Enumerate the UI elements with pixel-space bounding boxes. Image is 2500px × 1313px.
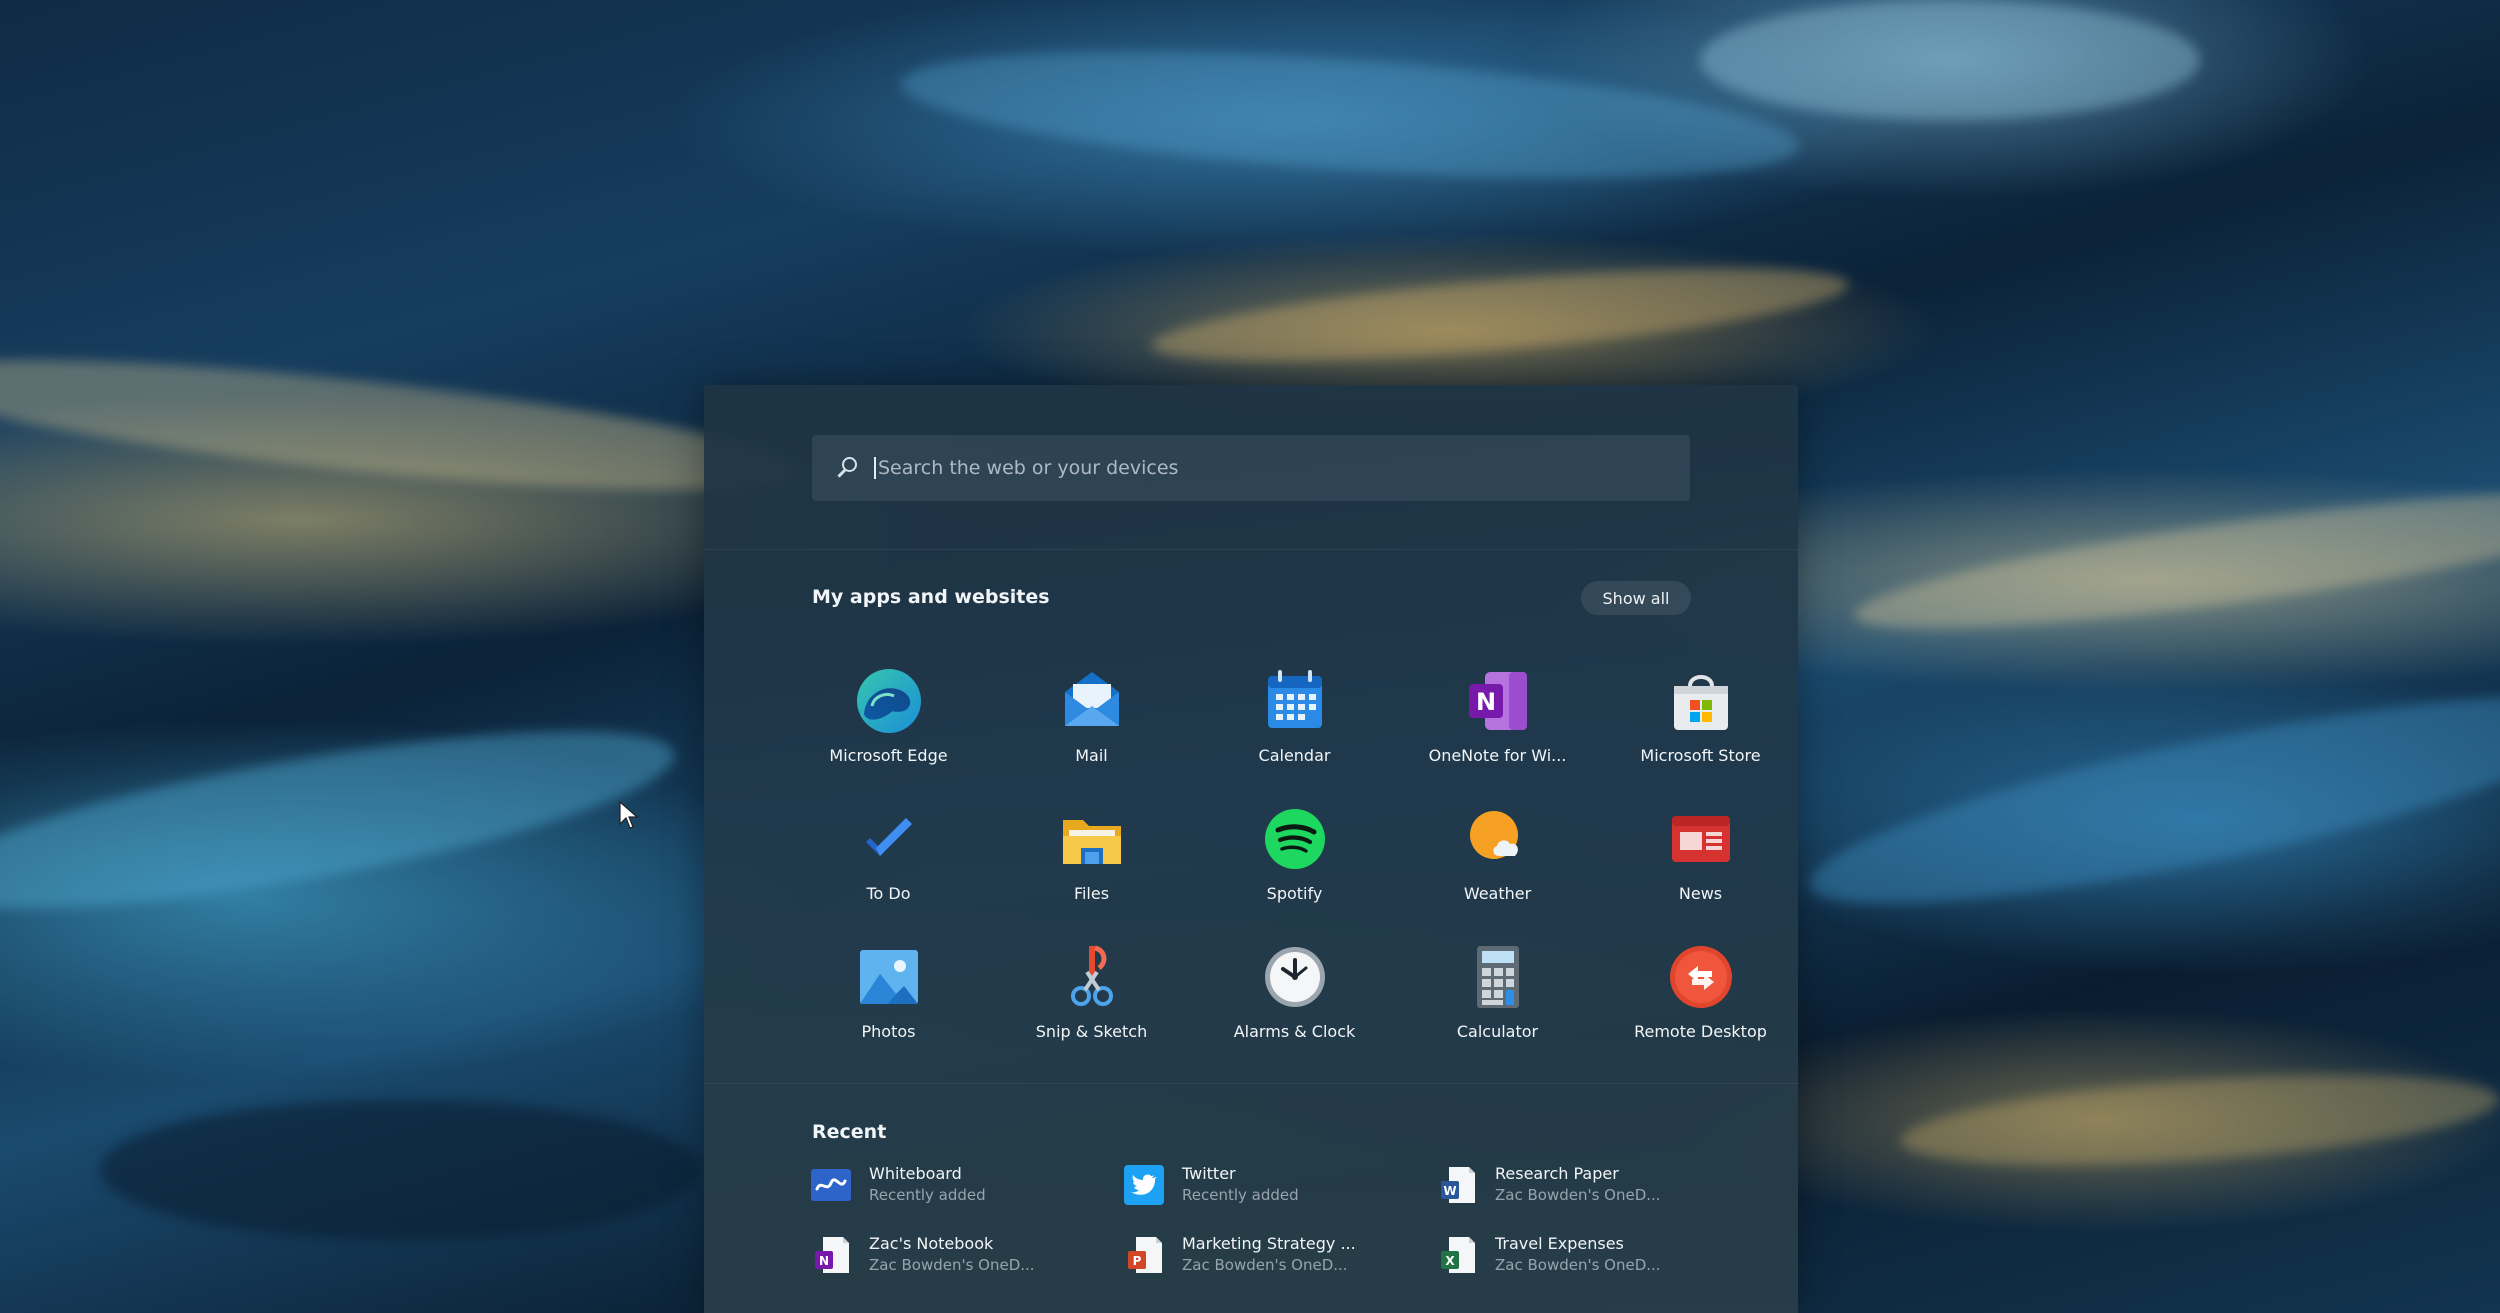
recent-item-subtitle: Zac Bowden's OneD...	[869, 1256, 1035, 1274]
recent-item-marketing-strategy[interactable]: P Marketing Strategy ... Zac Bowden's On…	[1122, 1233, 1435, 1303]
apps-section-title: My apps and websites	[812, 586, 1050, 608]
app-tile-spotify[interactable]: Spotify	[1193, 796, 1396, 934]
app-label: To Do	[866, 884, 911, 903]
weather-icon	[1469, 811, 1518, 859]
app-tile-to-do[interactable]: To Do	[787, 796, 990, 934]
recent-item-subtitle: Zac Bowden's OneD...	[1495, 1256, 1661, 1274]
section-divider	[704, 1083, 1798, 1084]
app-label: OneNote for Wi...	[1428, 746, 1567, 765]
app-tile-calendar[interactable]: Calendar	[1193, 658, 1396, 796]
app-label: Alarms & Clock	[1233, 1022, 1356, 1041]
app-tile-mail[interactable]: Mail	[990, 658, 1193, 796]
app-tile-microsoft-edge[interactable]: Microsoft Edge	[787, 658, 990, 796]
word-doc-icon: W	[1441, 1167, 1475, 1203]
calendar-icon	[1267, 670, 1322, 728]
news-icon	[1671, 816, 1730, 862]
app-tile-files[interactable]: Files	[990, 796, 1193, 934]
start-menu: My apps and websites Show all Microsoft …	[704, 385, 1798, 1313]
app-label: Mail	[1075, 746, 1108, 765]
recent-item-name: Whiteboard	[869, 1164, 962, 1183]
app-tile-calculator[interactable]: Calculator	[1396, 934, 1599, 1072]
app-tile-remote-desktop[interactable]: Remote Desktop	[1599, 934, 1802, 1072]
app-label: Remote Desktop	[1634, 1022, 1767, 1041]
app-tile-alarms-clock[interactable]: Alarms & Clock	[1193, 934, 1396, 1072]
search-area	[704, 385, 1798, 550]
app-label: Calculator	[1456, 1022, 1539, 1041]
recent-item-zacs-notebook[interactable]: N Zac's Notebook Zac Bowden's OneD...	[809, 1233, 1122, 1303]
store-icon	[1673, 675, 1728, 730]
svg-text:N: N	[1475, 688, 1495, 716]
app-label: Files	[1073, 884, 1110, 903]
excel-icon: X	[1441, 1237, 1475, 1273]
recent-item-name: Travel Expenses	[1495, 1234, 1624, 1253]
app-tile-snip-sketch[interactable]: Snip & Sketch	[990, 934, 1193, 1072]
recent-item-subtitle: Recently added	[1182, 1186, 1299, 1204]
app-label: Spotify	[1266, 884, 1323, 903]
recent-item-name: Marketing Strategy ...	[1182, 1234, 1356, 1253]
app-label: Snip & Sketch	[1035, 1022, 1148, 1041]
recent-item-subtitle: Zac Bowden's OneD...	[1495, 1186, 1661, 1204]
mouse-cursor-icon	[619, 800, 639, 829]
remote-desktop-icon	[1669, 946, 1732, 1008]
search-input[interactable]	[874, 457, 1654, 479]
onenote-icon: N	[1468, 672, 1527, 730]
app-label: Microsoft Edge	[829, 746, 948, 765]
files-icon	[1062, 820, 1121, 864]
powerpoint-icon: P	[1128, 1237, 1162, 1273]
mail-icon	[1064, 672, 1119, 726]
app-tile-weather[interactable]: Weather	[1396, 796, 1599, 934]
twitter-icon	[1124, 1165, 1164, 1205]
recent-item-twitter[interactable]: Twitter Recently added	[1122, 1163, 1435, 1233]
app-label: Calendar	[1258, 746, 1331, 765]
edge-icon	[856, 669, 921, 733]
app-label: News	[1678, 884, 1723, 903]
svg-text:N: N	[819, 1254, 829, 1268]
app-label: Photos	[861, 1022, 916, 1041]
apps-grid: Microsoft Edge Mail Calendar N OneNote f…	[787, 658, 1802, 1072]
onenote-notebook-icon: N	[815, 1237, 849, 1273]
recent-item-subtitle: Recently added	[869, 1186, 986, 1204]
app-tile-photos[interactable]: Photos	[787, 934, 990, 1072]
recent-item-name: Twitter	[1182, 1164, 1236, 1183]
search-icon	[834, 455, 860, 481]
recent-section-title: Recent	[812, 1121, 887, 1143]
todo-icon	[865, 818, 912, 856]
recent-list: Whiteboard Recently added Twitter Recent…	[809, 1163, 1748, 1303]
snip-sketch-icon	[1070, 945, 1113, 1006]
app-tile-microsoft-store[interactable]: Microsoft Store	[1599, 658, 1802, 796]
app-tile-news[interactable]: News	[1599, 796, 1802, 934]
spotify-icon	[1264, 809, 1325, 869]
recent-item-name: Research Paper	[1495, 1164, 1619, 1183]
svg-text:P: P	[1133, 1254, 1142, 1268]
recent-item-whiteboard[interactable]: Whiteboard Recently added	[809, 1163, 1122, 1233]
photos-icon	[859, 950, 918, 1004]
recent-item-travel-expenses[interactable]: X Travel Expenses Zac Bowden's OneD...	[1435, 1233, 1748, 1303]
search-box[interactable]	[812, 435, 1690, 501]
whiteboard-icon	[811, 1169, 851, 1201]
recent-item-research-paper[interactable]: W Research Paper Zac Bowden's OneD...	[1435, 1163, 1748, 1233]
alarms-clock-icon	[1264, 947, 1325, 1007]
svg-text:X: X	[1445, 1254, 1455, 1268]
recent-item-name: Zac's Notebook	[869, 1234, 994, 1253]
app-label: Weather	[1463, 884, 1532, 903]
calculator-icon	[1476, 946, 1519, 1008]
app-tile-onenote[interactable]: N OneNote for Wi...	[1396, 658, 1599, 796]
show-all-button[interactable]: Show all	[1581, 581, 1691, 615]
recent-item-subtitle: Zac Bowden's OneD...	[1182, 1256, 1348, 1274]
app-label: Microsoft Store	[1640, 746, 1761, 765]
svg-text:W: W	[1443, 1184, 1456, 1198]
